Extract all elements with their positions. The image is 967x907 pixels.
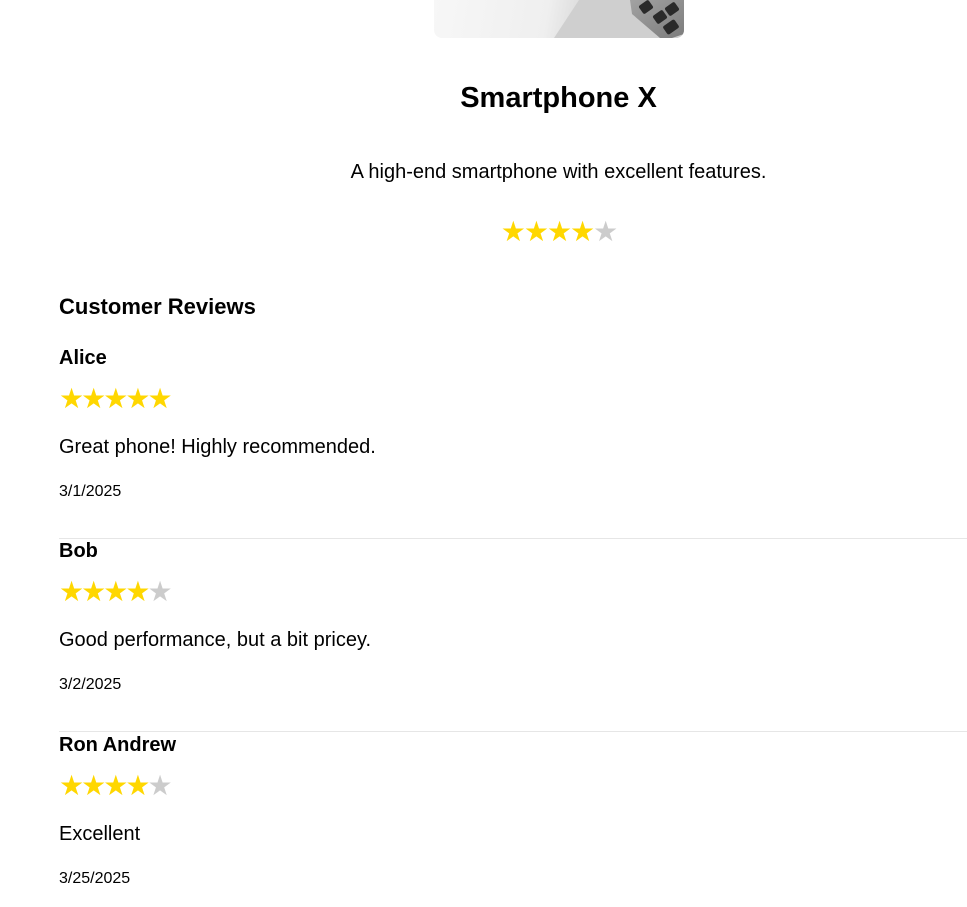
reviews-heading: Customer Reviews — [59, 294, 256, 319]
product-description: A high-end smartphone with excellent fea… — [350, 161, 767, 183]
star-filled-icon: ★ — [59, 576, 84, 607]
star-filled-icon: ★ — [570, 216, 595, 247]
review-rating: ★★★★★ — [59, 382, 173, 416]
star-filled-icon: ★ — [500, 216, 526, 247]
review-rating: ★★★★★ — [59, 575, 173, 609]
star-empty-icon: ★ — [593, 216, 618, 247]
review-text: Great phone! Highly recommended. — [59, 436, 376, 458]
star-filled-icon: ★ — [81, 770, 106, 801]
star-filled-icon: ★ — [125, 383, 150, 414]
star-filled-icon: ★ — [103, 383, 128, 414]
review-date: 3/25/2025 — [59, 870, 131, 887]
star-filled-icon: ★ — [59, 770, 84, 801]
review-item: Alice ★★★★★ Great phone! Highly recommen… — [59, 344, 967, 539]
star-filled-icon: ★ — [523, 216, 549, 247]
star-filled-icon: ★ — [103, 770, 128, 801]
product-title: Smartphone X — [460, 82, 657, 114]
product-page: Smartphone X A high-end smartphone with … — [0, 0, 967, 907]
product-image — [434, 0, 684, 38]
star-filled-icon: ★ — [59, 383, 84, 414]
review-date: 3/1/2025 — [59, 483, 122, 500]
review-text: Excellent — [59, 823, 141, 845]
review-text: Good performance, but a bit pricey. — [59, 629, 372, 651]
star-filled-icon: ★ — [81, 383, 106, 414]
review-rating: ★★★★★ — [59, 769, 173, 803]
star-filled-icon: ★ — [125, 576, 150, 607]
star-filled-icon: ★ — [546, 216, 572, 247]
star-filled-icon: ★ — [125, 770, 150, 801]
star-filled-icon: ★ — [147, 383, 172, 414]
review-item: Ron Andrew ★★★★★ Excellent 3/25/2025 — [59, 731, 967, 907]
star-empty-icon: ★ — [147, 576, 172, 607]
star-filled-icon: ★ — [81, 576, 106, 607]
star-empty-icon: ★ — [147, 770, 172, 801]
star-filled-icon: ★ — [103, 576, 128, 607]
product-rating: ★★★★★ — [0, 215, 967, 249]
review-date: 3/2/2025 — [59, 676, 122, 693]
review-author: Bob — [59, 540, 98, 562]
laptop-keyboard-image — [554, 0, 684, 38]
review-item: Bob ★★★★★ Good performance, but a bit pr… — [59, 537, 967, 732]
review-author: Ron Andrew — [59, 734, 177, 756]
review-author: Alice — [59, 347, 107, 369]
